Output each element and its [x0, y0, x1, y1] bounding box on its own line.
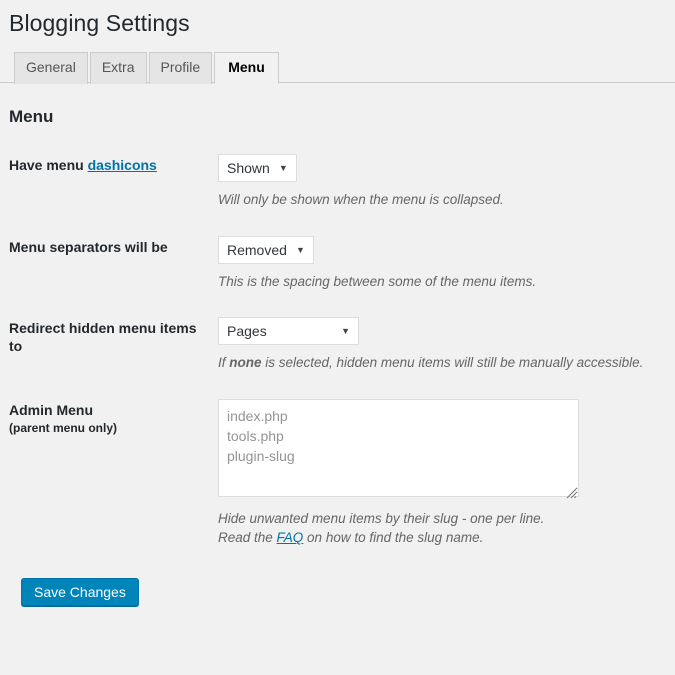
admin-menu-description-line2-suffix: on how to find the slug name. [303, 530, 484, 546]
tab-bar: General Extra Profile Menu [0, 51, 675, 84]
form-row-separators: Menu separators will be Removed ▼ This i… [0, 223, 675, 305]
redirect-select-value: Pages [227, 323, 267, 340]
dashicons-select-value: Shown [227, 160, 270, 176]
label-admin-menu-text: Admin Menu [9, 401, 93, 418]
redirect-description: If none is selected, hidden menu items w… [218, 353, 665, 373]
redirect-select[interactable]: Pages ▼ [218, 317, 359, 346]
label-menu-separators: Menu separators will be [9, 238, 168, 255]
dashicons-description: Will only be shown when the menu is coll… [218, 192, 504, 207]
label-admin-menu-sublabel: (parent menu only) [9, 420, 118, 435]
tab-profile[interactable]: Profile [148, 52, 213, 84]
tab-menu[interactable]: Menu [214, 52, 279, 84]
dashicons-link[interactable]: dashicons [88, 157, 157, 173]
label-have-menu-dashicons-text: Have menu [9, 157, 88, 173]
separators-select-value: Removed [227, 241, 287, 258]
faq-link[interactable]: FAQ [277, 530, 304, 545]
redirect-description-suffix: is selected, hidden menu items will stil… [261, 355, 644, 371]
redirect-description-prefix: If [218, 355, 230, 371]
label-admin-menu: Admin Menu (parent menu only) [0, 386, 218, 561]
section-heading: Menu [9, 107, 54, 126]
dashicons-select[interactable]: Shown ▼ [218, 154, 297, 182]
separators-description: This is the spacing between some of the … [218, 273, 537, 289]
tab-general[interactable]: General [14, 52, 88, 84]
label-redirect-hidden-items: Redirect hidden menu items to [9, 320, 197, 355]
settings-form-table: Have menu dashicons Shown ▼ Will only be… [0, 141, 675, 561]
page-title: Blogging Settings [9, 10, 190, 36]
save-changes-button[interactable]: Save Changes [21, 578, 139, 606]
chevron-down-icon: ▼ [341, 326, 350, 337]
submit-area: Save Changes [0, 561, 675, 606]
field-dashicons: Shown ▼ Will only be shown when the menu… [218, 141, 675, 223]
admin-menu-description-line2-prefix: Read the [218, 530, 277, 546]
field-separators: Removed ▼ This is the spacing between so… [218, 223, 675, 305]
chevron-down-icon: ▼ [296, 244, 305, 255]
field-admin-menu: Hide unwanted menu items by their slug -… [218, 386, 675, 561]
admin-menu-description: Hide unwanted menu items by their slug -… [218, 509, 665, 548]
chevron-down-icon: ▼ [278, 163, 288, 173]
form-row-redirect: Redirect hidden menu items to Pages ▼ If… [0, 304, 675, 386]
admin-menu-description-line1: Hide unwanted menu items by their slug -… [218, 510, 545, 526]
admin-menu-textarea[interactable] [218, 398, 579, 497]
tab-extra[interactable]: Extra [89, 52, 147, 84]
form-row-admin-menu: Admin Menu (parent menu only) Hide unwan… [0, 386, 675, 561]
separators-select[interactable]: Removed ▼ [218, 235, 314, 264]
field-redirect: Pages ▼ If none is selected, hidden menu… [218, 304, 675, 386]
admin-menu-textarea-wrap [218, 398, 579, 501]
label-have-menu-dashicons: Have menu dashicons [0, 141, 218, 223]
redirect-description-bold: none [229, 355, 262, 371]
form-row-dashicons: Have menu dashicons Shown ▼ Will only be… [0, 141, 675, 223]
